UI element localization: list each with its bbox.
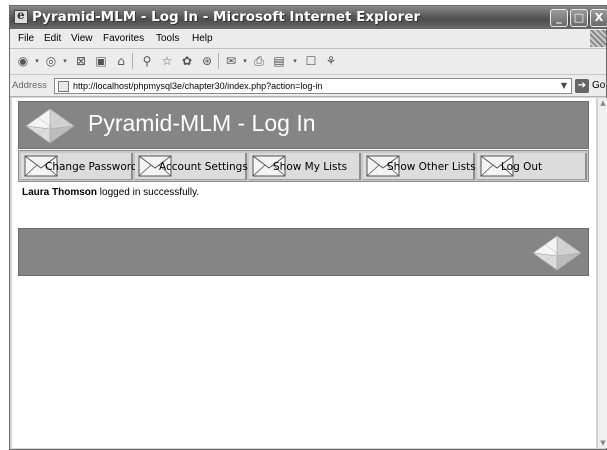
page-title: Pyramid-MLM - Log In bbox=[88, 110, 316, 136]
back-icon[interactable]: ◉ bbox=[16, 54, 30, 68]
page-icon bbox=[58, 81, 69, 92]
account-settings-button[interactable]: Account Settings bbox=[135, 153, 248, 180]
menu-favorites[interactable]: Favorites bbox=[103, 33, 144, 44]
nav-bar: Change Password Account Settings Show My… bbox=[18, 150, 589, 182]
home-icon[interactable]: ⌂ bbox=[114, 54, 128, 68]
mail-icon[interactable]: ✉ bbox=[224, 54, 238, 68]
refresh-icon[interactable]: ▣ bbox=[94, 54, 108, 68]
show-my-lists-button[interactable]: Show My Lists bbox=[249, 153, 361, 180]
forward-icon[interactable]: ◎ bbox=[44, 54, 58, 68]
ie-logo-icon bbox=[14, 8, 28, 24]
go-button[interactable]: Go bbox=[592, 80, 605, 91]
nav-label-show-other-lists: Show Other Lists bbox=[387, 161, 476, 173]
login-message: Laura Thomson logged in successfully. bbox=[22, 187, 199, 198]
window-title: Pyramid-MLM - Log In - Microsoft Interne… bbox=[32, 9, 421, 25]
forward-dropdown-icon[interactable]: ▾ bbox=[58, 54, 72, 68]
toolbar-separator bbox=[132, 53, 133, 69]
maximize-button[interactable]: □ bbox=[570, 9, 588, 27]
change-password-button[interactable]: Change Password bbox=[21, 153, 138, 180]
pyramid-logo-icon bbox=[25, 108, 75, 144]
menu-view[interactable]: View bbox=[71, 33, 93, 44]
print-icon[interactable]: ⎙ bbox=[252, 54, 266, 68]
page-footer bbox=[18, 228, 589, 276]
message-user: Laura Thomson bbox=[22, 187, 98, 198]
close-button[interactable]: X bbox=[590, 9, 607, 27]
menu-file[interactable]: File bbox=[18, 33, 34, 44]
show-other-lists-button[interactable]: Show Other Lists bbox=[363, 153, 476, 180]
edit-dropdown-icon[interactable]: ▾ bbox=[288, 54, 302, 68]
nav-label-log-out: Log Out bbox=[501, 161, 543, 173]
address-url[interactable]: http://localhost/phpmysql3e/chapter30/in… bbox=[73, 81, 322, 91]
menu-tools[interactable]: Tools bbox=[156, 33, 179, 44]
mail-dropdown-icon[interactable]: ▾ bbox=[238, 54, 252, 68]
favorites-icon[interactable]: ☆ bbox=[160, 54, 174, 68]
chevron-down-icon[interactable]: ▼ bbox=[558, 80, 570, 92]
address-label: Address bbox=[12, 80, 47, 91]
messenger-icon[interactable]: ⚘ bbox=[324, 54, 338, 68]
edit-icon[interactable]: ▤ bbox=[272, 54, 286, 68]
scroll-up-icon[interactable]: ▲ bbox=[598, 98, 607, 108]
nav-label-change-password: Change Password bbox=[45, 161, 138, 173]
history-icon[interactable]: ⊛ bbox=[200, 54, 214, 68]
discuss-icon[interactable]: ☐ bbox=[304, 54, 318, 68]
message-text: logged in successfully. bbox=[97, 187, 200, 198]
browser-window: Pyramid-MLM - Log In - Microsoft Interne… bbox=[9, 5, 607, 450]
menu-edit[interactable]: Edit bbox=[44, 33, 61, 44]
windows-flag-icon bbox=[590, 30, 606, 47]
go-arrow-icon[interactable]: ➔ bbox=[575, 79, 589, 93]
media-icon[interactable]: ✿ bbox=[180, 54, 194, 68]
nav-label-account-settings: Account Settings bbox=[159, 161, 248, 173]
log-out-button[interactable]: Log Out bbox=[477, 153, 587, 180]
scroll-down-icon[interactable]: ▼ bbox=[598, 438, 607, 448]
title-bar[interactable]: Pyramid-MLM - Log In - Microsoft Interne… bbox=[10, 6, 607, 29]
address-input[interactable]: http://localhost/phpmysql3e/chapter30/in… bbox=[54, 78, 572, 94]
nav-label-show-my-lists: Show My Lists bbox=[273, 161, 348, 173]
search-icon[interactable]: ⚲ bbox=[140, 54, 154, 68]
back-dropdown-icon[interactable]: ▾ bbox=[30, 54, 44, 68]
menu-help[interactable]: Help bbox=[192, 33, 213, 44]
page-content: Pyramid-MLM - Log In Change Password Acc… bbox=[12, 98, 596, 448]
toolbar: ◉ ▾ ◎ ▾ ⊠ ▣ ⌂ ⚲ ☆ ✿ ⊛ ✉ ▾ ⎙ ▤ ▾ ☐ ⚘ bbox=[10, 49, 606, 75]
vertical-scrollbar[interactable]: ▲ ▼ bbox=[597, 98, 607, 448]
pyramid-logo-icon bbox=[532, 235, 582, 271]
address-bar: Address http://localhost/phpmysql3e/chap… bbox=[10, 75, 606, 97]
menu-bar: File Edit View Favorites Tools Help bbox=[10, 29, 606, 49]
minimize-button[interactable]: _ bbox=[550, 9, 568, 27]
toolbar-separator bbox=[218, 53, 219, 69]
stop-icon[interactable]: ⊠ bbox=[74, 54, 88, 68]
page-header: Pyramid-MLM - Log In bbox=[18, 101, 589, 149]
